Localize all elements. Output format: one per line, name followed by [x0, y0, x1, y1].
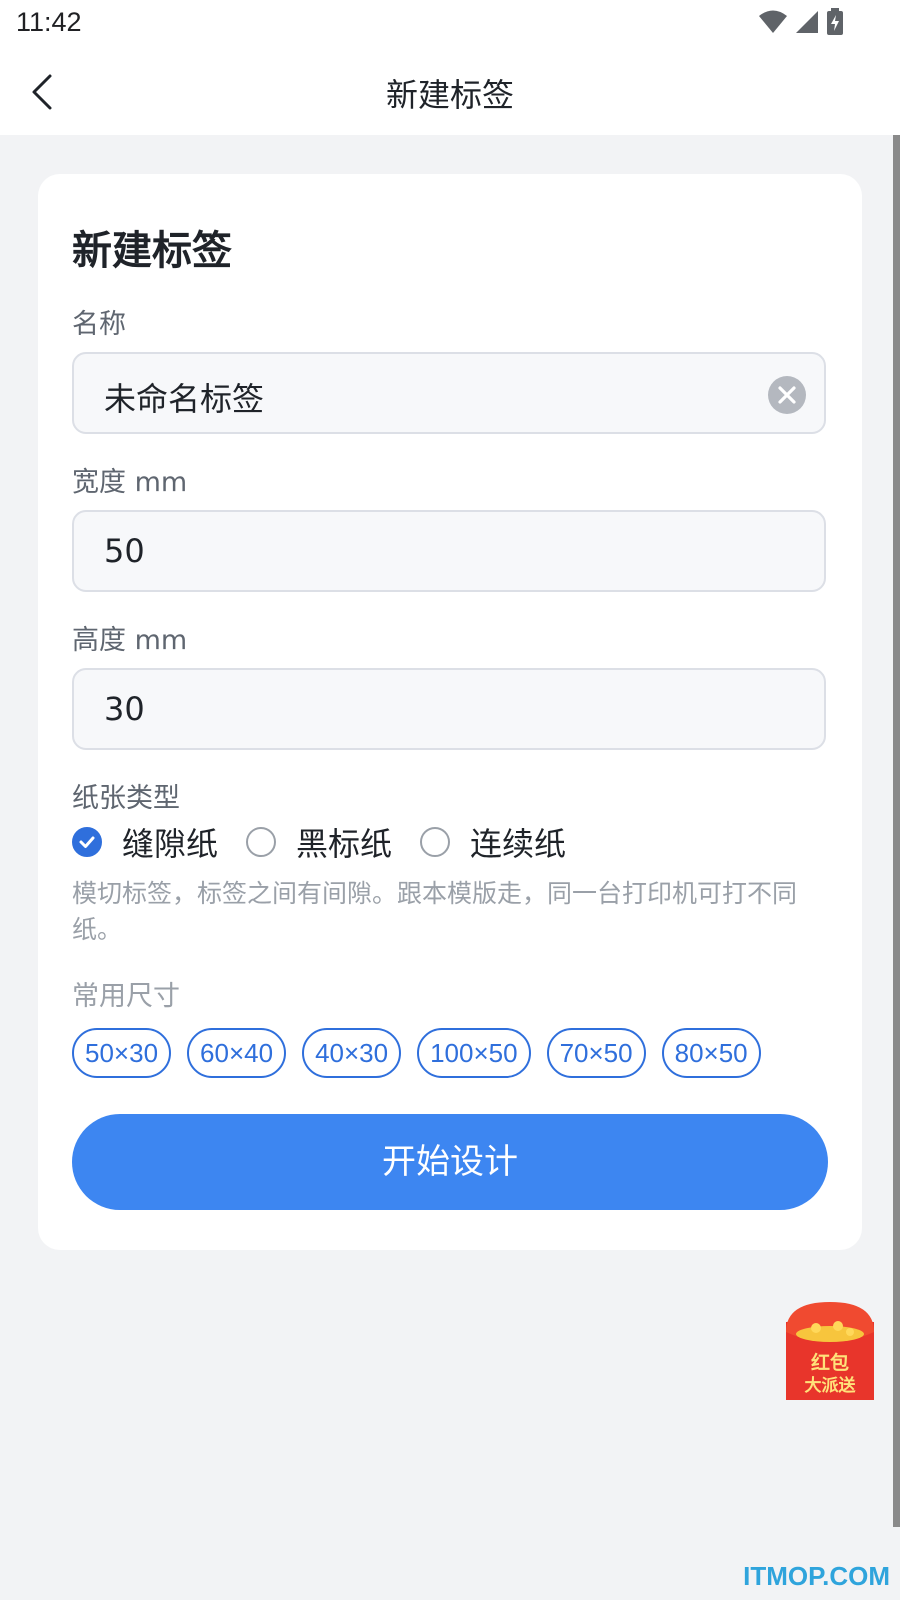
new-label-card: 新建标签 名称 未命名标签 宽度 mm 50 高度 mm 30 纸张类型 缝隙纸… — [38, 174, 862, 1250]
width-input-value: 50 — [104, 532, 145, 570]
cell-signal-icon — [796, 11, 818, 33]
clear-input-button[interactable] — [768, 376, 806, 414]
common-sizes-label: 常用尺寸 — [72, 981, 180, 1012]
status-icons — [758, 8, 844, 36]
radio-unchecked-icon — [420, 827, 451, 857]
promo-line-1: 红包 — [811, 1351, 849, 1374]
start-design-button[interactable]: 开始设计 — [72, 1114, 828, 1210]
radio-label: 缝隙纸 — [122, 825, 219, 863]
name-input[interactable]: 未命名标签 — [72, 352, 826, 434]
close-icon — [778, 386, 796, 404]
width-input[interactable]: 50 — [72, 510, 826, 592]
common-sizes-list: 50×30 60×40 40×30 100×50 70×50 80×50 — [72, 1028, 777, 1078]
size-chip[interactable]: 100×50 — [417, 1028, 531, 1078]
radio-label: 黑标纸 — [296, 825, 393, 863]
red-envelope-icon: 红包 大派送 — [786, 1302, 874, 1400]
nav-bar: 新建标签 — [0, 48, 900, 135]
paper-type-radio-group: 缝隙纸 黑标纸 连续纸 — [72, 819, 594, 865]
status-bar: 11:42 — [0, 0, 900, 48]
size-chip[interactable]: 70×50 — [546, 1028, 646, 1078]
name-input-value: 未命名标签 — [104, 380, 265, 418]
card-title: 新建标签 — [72, 228, 232, 274]
radio-label: 连续纸 — [470, 825, 567, 863]
battery-charging-icon — [827, 8, 843, 35]
scrollbar[interactable] — [893, 135, 900, 1527]
promo-line-2: 大派送 — [805, 1375, 857, 1396]
radio-unchecked-icon — [246, 827, 277, 857]
height-input-value: 30 — [104, 690, 145, 728]
radio-gap-paper[interactable]: 缝隙纸 — [72, 819, 218, 865]
watermark: ITMOP.COM — [743, 1561, 890, 1591]
radio-continuous-paper[interactable]: 连续纸 — [420, 819, 566, 865]
red-envelope-promo-button[interactable]: 红包 大派送 — [786, 1302, 874, 1400]
page-title: 新建标签 — [385, 76, 514, 114]
paper-type-description: 模切标签，标签之间有间隙。跟本模版走，同一台打印机可打不同纸。 — [72, 879, 798, 944]
height-input[interactable]: 30 — [72, 668, 826, 750]
size-chip[interactable]: 80×50 — [661, 1028, 761, 1078]
paper-type-label: 纸张类型 — [72, 783, 180, 814]
status-time: 11:42 — [16, 7, 82, 37]
size-chip[interactable]: 50×30 — [72, 1028, 172, 1078]
radio-black-mark-paper[interactable]: 黑标纸 — [246, 819, 392, 865]
name-label: 名称 — [72, 309, 126, 340]
size-chip[interactable]: 40×30 — [302, 1028, 402, 1078]
size-chip[interactable]: 60×40 — [187, 1028, 287, 1078]
wifi-icon — [759, 10, 787, 33]
radio-checked-icon — [72, 827, 102, 857]
height-label: 高度 mm — [72, 625, 188, 656]
width-label: 宽度 mm — [72, 467, 188, 498]
